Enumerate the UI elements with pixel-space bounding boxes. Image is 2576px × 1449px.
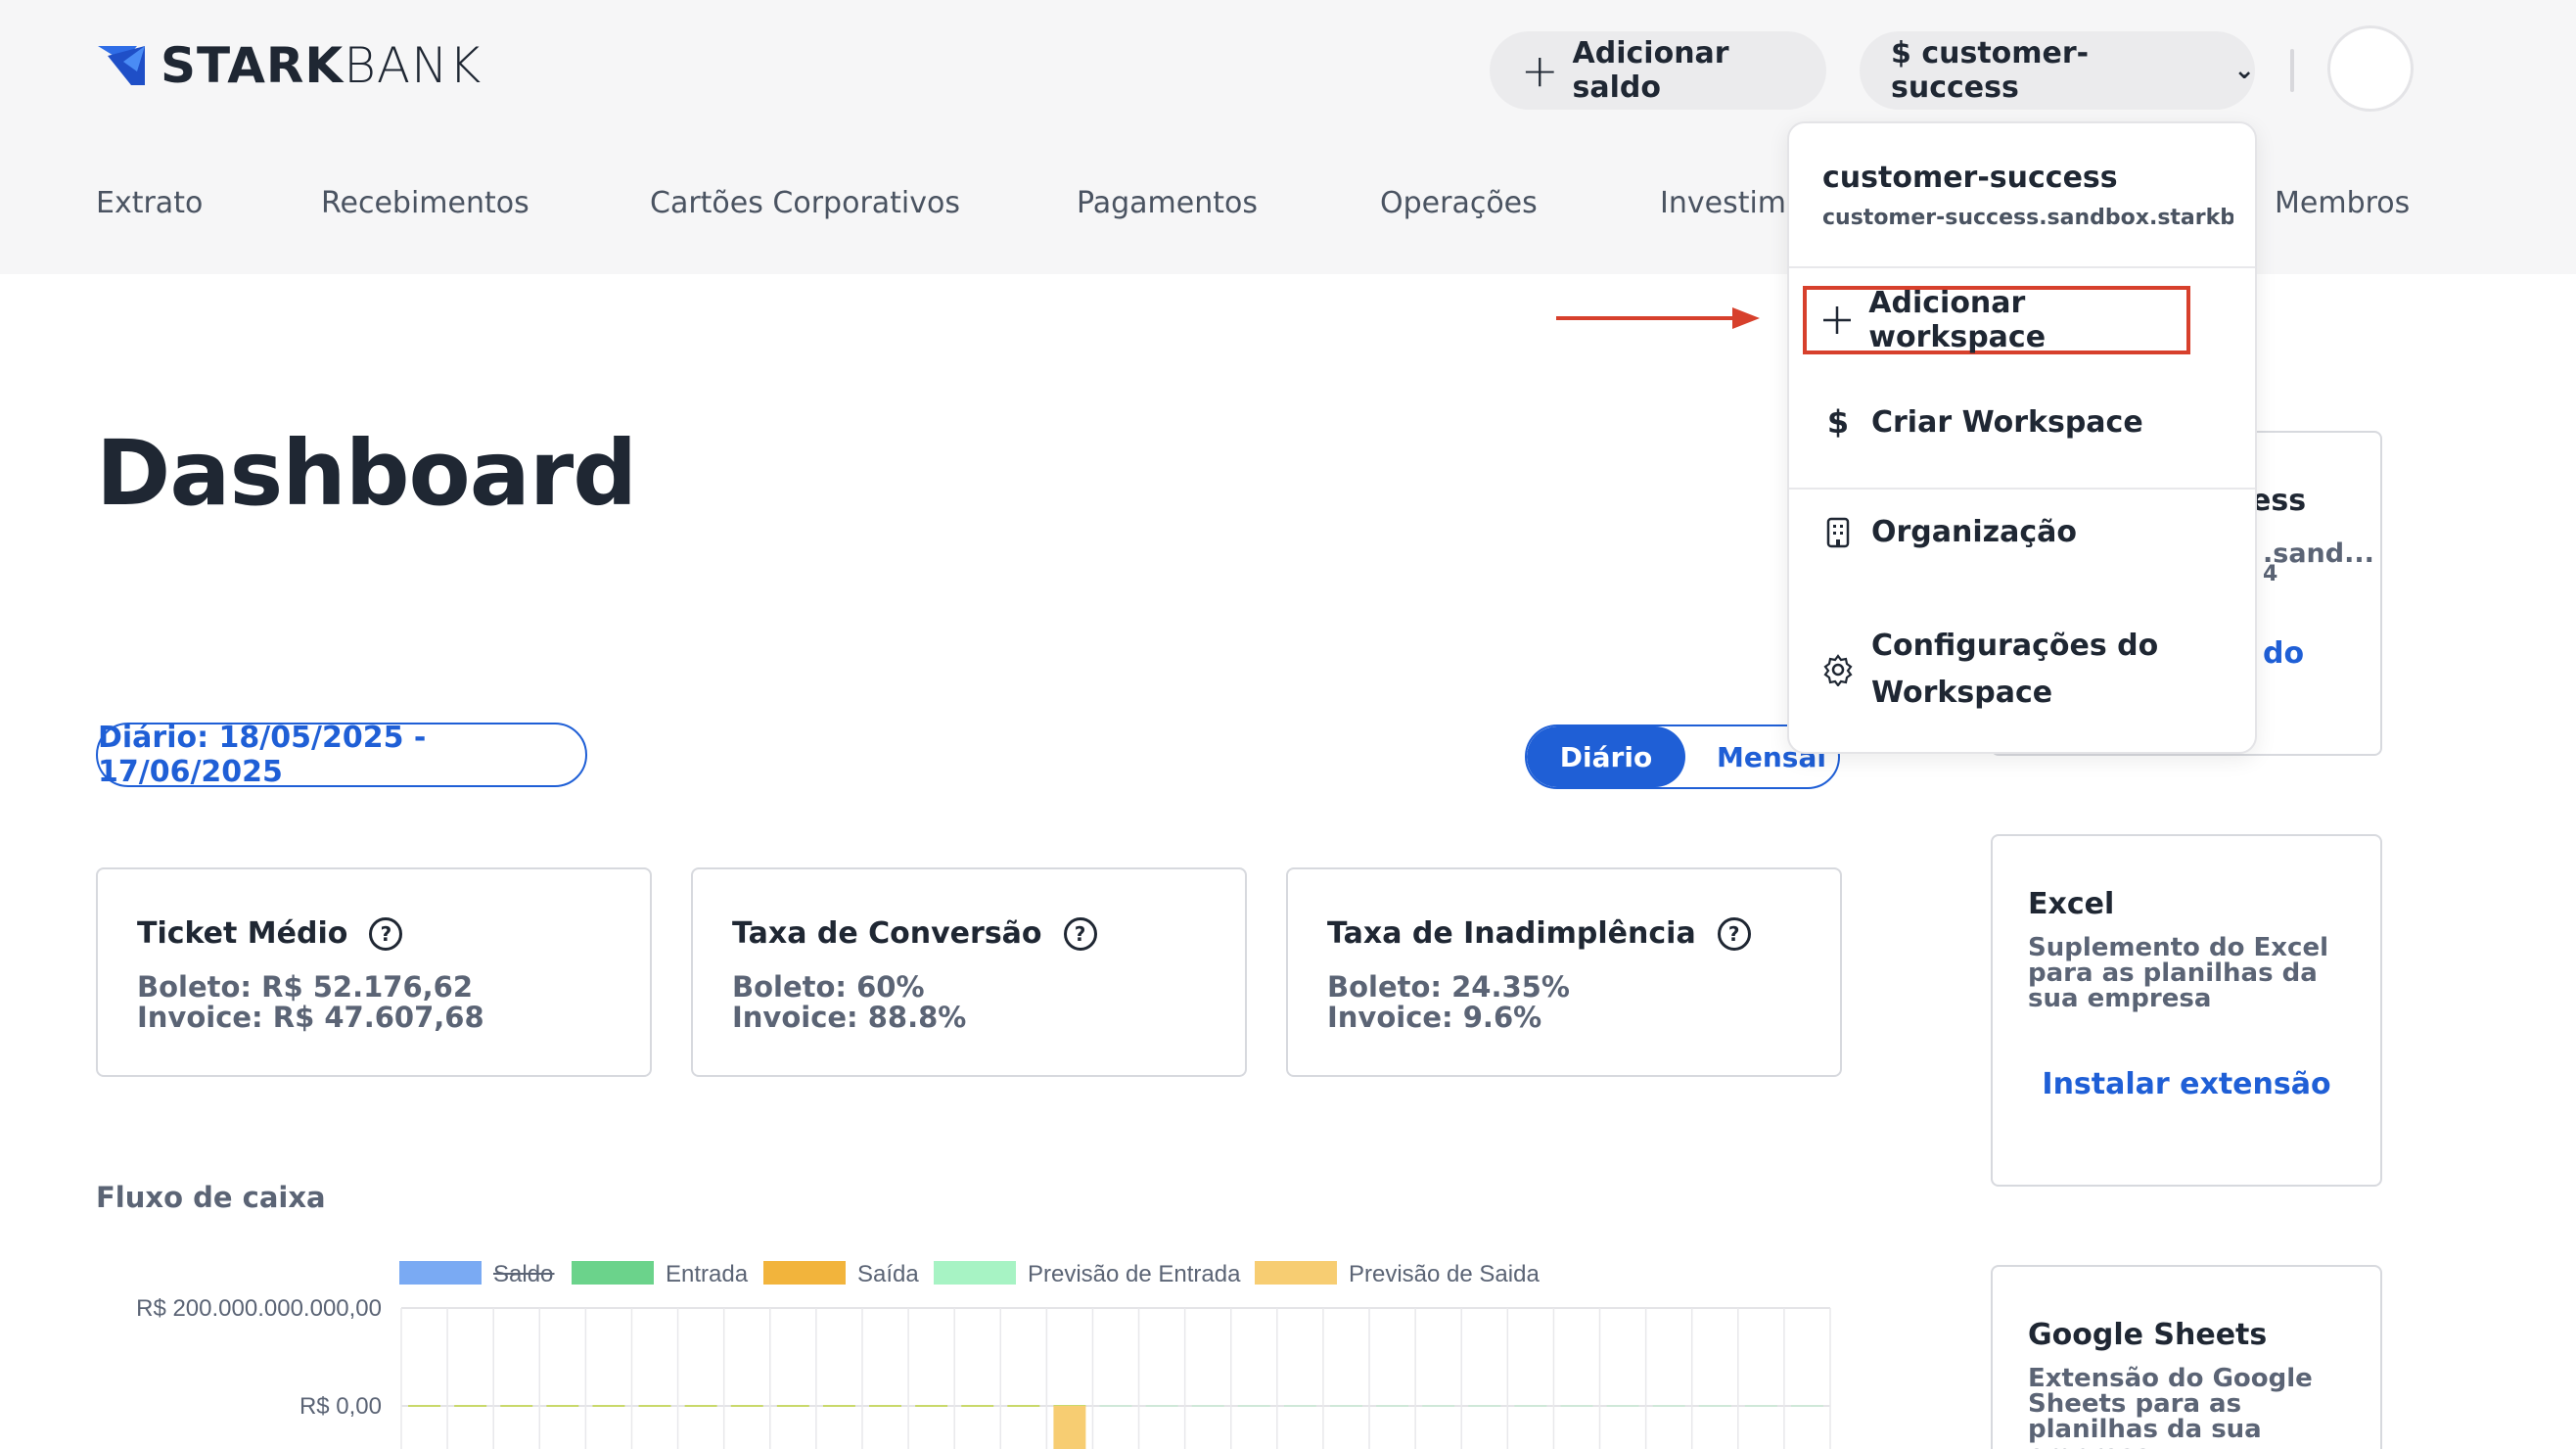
building-icon — [1820, 517, 1856, 548]
plus-icon — [1820, 304, 1853, 336]
legend-label[interactable]: Previsão de Saida — [1349, 1261, 1540, 1287]
add-workspace-label: Adicionar workspace — [1868, 286, 2047, 354]
chevron-down-icon: ⌄ — [2233, 56, 2255, 85]
metric-line-invoice: Invoice: 88.8% — [732, 1001, 967, 1034]
workspace-dropdown-menu: customer-success customer-success.sandbo… — [1787, 121, 2257, 754]
bar-saida — [1053, 1406, 1086, 1449]
workspace-card-title: ess — [2251, 484, 2307, 518]
help-icon[interactable]: ? — [1063, 916, 1097, 951]
logo[interactable]: STARKBANK — [98, 41, 482, 90]
add-balance-label: Adicionar saldo — [1572, 36, 1729, 105]
starkbank-logo-icon — [98, 46, 145, 85]
legend-label[interactable]: Entrada — [666, 1261, 749, 1287]
dropdown-workspace-domain: customer-success.sandbox.starkba... — [1822, 206, 2233, 230]
help-icon[interactable]: ? — [1717, 916, 1751, 951]
dropdown-divider — [1789, 266, 2255, 268]
help-icon[interactable]: ? — [369, 916, 403, 951]
dropdown-divider — [1789, 488, 2255, 490]
workspace-card-link[interactable]: do — [2263, 636, 2304, 671]
add-workspace-item[interactable]: Adicionar workspace — [1803, 286, 2190, 354]
plus-icon: + — [1521, 44, 1559, 97]
nav-item-membros[interactable]: Membros — [2275, 186, 2410, 220]
legend-swatch[interactable] — [1255, 1261, 1337, 1285]
metric-card-default-rate: Taxa de Inadimplência ? Boleto: 24.35% I… — [1286, 867, 1842, 1077]
legend-label[interactable]: Previsão de Entrada — [1028, 1261, 1241, 1287]
legend-label[interactable]: Saída — [857, 1261, 919, 1287]
legend-swatch[interactable] — [763, 1261, 846, 1285]
excel-title: Excel — [2028, 887, 2115, 921]
dropdown-workspace-name: customer-success — [1822, 161, 2118, 195]
nav-item-extrato[interactable]: Extrato — [96, 186, 203, 220]
cashflow-chart: Saldo Entrada Saída Previsão de Entrada Prev… — [136, 1261, 1831, 1449]
metric-line-boleto: Boleto: 24.35% — [1327, 970, 1570, 1004]
cashflow-title: Fluxo de caixa — [96, 1181, 326, 1214]
google-sheets-description: Extensão do Google Sheets para as planil… — [2028, 1364, 2313, 1449]
metric-line-boleto: Boleto: 60% — [732, 970, 925, 1004]
avatar[interactable] — [2327, 25, 2414, 112]
metric-card-ticket: Ticket Médio ? Boleto: R$ 52.176,62 Invo… — [96, 867, 652, 1077]
nav-item-investimentos[interactable]: Investime — [1660, 186, 1804, 220]
metric-line-invoice: Invoice: R$ 47.607,68 — [137, 1001, 484, 1034]
legend-swatch[interactable] — [934, 1261, 1016, 1285]
add-balance-button[interactable]: + Adicionar saldo — [1490, 31, 1826, 110]
metric-title-text: Taxa de Conversão — [732, 916, 1042, 951]
workspace-settings-label: Configurações do Workspace — [1871, 629, 2159, 710]
metric-title-text: Ticket Médio — [137, 916, 348, 951]
metric-title-text: Taxa de Inadimplência — [1327, 916, 1696, 951]
workspace-card-domain: .sand... — [2263, 538, 2374, 569]
header-divider — [2290, 49, 2294, 92]
metric-line-boleto: Boleto: R$ 52.176,62 — [137, 970, 474, 1004]
create-workspace-label: Criar Workspace — [1871, 404, 2143, 440]
toggle-daily[interactable]: Diário — [1527, 726, 1685, 787]
workspace-selector-label: $ customer-success — [1891, 36, 2090, 105]
workspace-selector[interactable]: $ customer-success ⌄ — [1860, 31, 2255, 110]
organization-item[interactable]: Organização — [1820, 515, 2077, 549]
dollar-icon: $ — [1826, 403, 1850, 441]
page-title: Dashboard — [96, 421, 637, 526]
google-sheets-card: Google Sheets Extensão do Google Sheets … — [1991, 1265, 2382, 1449]
nav-item-recebimentos[interactable]: Recebimentos — [321, 186, 529, 220]
gear-icon — [1820, 653, 1856, 686]
metric-card-title: Ticket Médio ? — [137, 916, 650, 951]
annotation-arrow-icon — [1556, 307, 1760, 329]
workspace-settings-item[interactable]: Configurações do Workspace — [1820, 623, 2165, 717]
date-range-picker[interactable]: Diário: 18/05/2025 - 17/06/2025 — [96, 721, 587, 789]
legend-swatch[interactable] — [572, 1261, 654, 1285]
y-tick-label: R$ 200.000.000.000,00 — [136, 1295, 382, 1322]
install-extension-link[interactable]: Instalar extensão — [1993, 1067, 2380, 1101]
metric-line-invoice: Invoice: 9.6% — [1327, 1001, 1542, 1034]
metric-card-conversion: Taxa de Conversão ? Boleto: 60% Invoice:… — [691, 867, 1247, 1077]
nav-item-operacoes[interactable]: Operações — [1380, 186, 1538, 220]
legend-swatch[interactable] — [399, 1261, 482, 1285]
metric-card-title: Taxa de Inadimplência ? — [1327, 916, 1840, 951]
create-workspace-item[interactable]: $ Criar Workspace — [1820, 403, 2143, 441]
google-sheets-title: Google Sheets — [2028, 1318, 2268, 1352]
page: STARKBANK + Adicionar saldo $ customer-s… — [0, 0, 2576, 1449]
workspace-card-id: 4 — [2263, 562, 2278, 586]
excel-card: Excel Suplemento do Excel para as planil… — [1991, 834, 2382, 1187]
excel-description: Suplemento do Excel para as planilhas da… — [2028, 933, 2328, 1013]
metric-card-title: Taxa de Conversão ? — [732, 916, 1245, 951]
nav-item-pagamentos[interactable]: Pagamentos — [1077, 186, 1258, 220]
nav-item-cartoes[interactable]: Cartões Corporativos — [650, 186, 960, 220]
organization-label: Organização — [1871, 515, 2077, 549]
logo-wordmark: STARKBANK — [161, 37, 483, 94]
y-tick-label: R$ 0,00 — [299, 1393, 382, 1420]
